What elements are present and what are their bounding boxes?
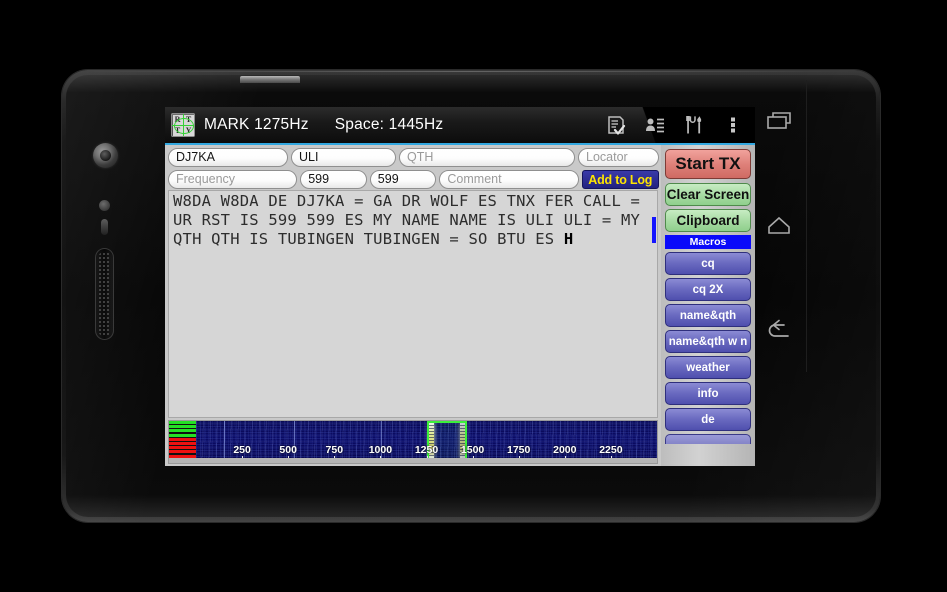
front-camera [93,143,118,168]
control-panel: Start TX Clear Screen Clipboard Macros c… [661,145,755,466]
rtty-app-icon: R T T Y [171,113,195,137]
axis-tick-label: 2000 [553,444,577,456]
meter-segment-red [169,437,196,441]
macro-button-info[interactable]: info [665,382,751,405]
axis-tick-label: 1500 [460,444,485,456]
macro-button-cq[interactable]: cq [665,252,751,275]
axis-tick-label: 750 [325,444,344,456]
axis-tick-label: 500 [279,444,297,456]
recent-apps-icon [767,112,791,129]
meter-segment-red [169,446,196,450]
rst-received-field[interactable]: 599 [369,170,437,189]
macros-section-header: Macros [665,235,751,249]
action-bar-icons [605,114,755,136]
app-icon-ellipse [174,118,194,134]
axis-tick-label: 1750 [507,444,531,456]
axis-tick-label: 2250 [599,444,623,456]
name-field[interactable]: ULI [291,148,396,167]
meter-segment-red [169,441,196,445]
macro-button-name-qth[interactable]: name&qth [665,304,751,327]
axis-tick-label: 250 [233,444,251,456]
rst-sent-field-text: 599 [308,172,330,186]
meter-segment-green [169,429,196,433]
qso-fields-row-1: DJ7KA ULI QTH Locator [165,145,661,167]
power-button[interactable] [240,76,300,83]
macro-button-weather[interactable]: weather [665,356,751,379]
meter-segment-green [169,433,196,437]
macro-button-cq-2x[interactable]: cq 2X [665,278,751,301]
back-button[interactable] [752,304,806,358]
locator-field-text: Locator [586,150,628,164]
frequency-field-text: Frequency [176,172,236,186]
frequency-field[interactable]: Frequency [168,170,298,189]
recent-apps-button[interactable] [752,94,806,148]
mark-frequency-title: MARK 1275Hz [204,116,309,133]
name-field-text: ULI [299,150,319,164]
screenshot-stage: R T T Y MARK 1275Hz Space: 1445Hz DJ7KA … [0,0,947,592]
overflow-menu-icon[interactable] [722,114,744,136]
back-arrow-icon [768,319,789,337]
main-panel: DJ7KA ULI QTH Locator Frequency 599 599 Commen… [165,145,661,466]
tools-icon[interactable] [683,114,705,136]
rst-sent-field[interactable]: 599 [300,170,367,189]
receive-scrollbar[interactable] [652,217,656,243]
callsign-field-text: DJ7KA [176,150,215,164]
rx-line-2: UR RST IS 599 599 ES MY NAME NAME IS ULI… [173,211,641,229]
meter-segment-green [169,425,196,429]
start-tx-button[interactable]: Start TX [665,149,751,179]
clipboard-button[interactable]: Clipboard [665,209,751,232]
action-bar: R T T Y MARK 1275Hz Space: 1445Hz [165,107,755,143]
speaker-mesh [98,252,111,336]
meter-segment-green [169,421,196,424]
macro-button-partial[interactable] [665,434,751,444]
earpiece-speaker [95,248,114,340]
comment-field[interactable]: Comment [439,170,579,189]
contact-card-icon[interactable] [644,114,666,136]
rx-line-3: QTH QTH IS TUBINGEN TUBINGEN = SO BTU ES [173,230,564,248]
home-button[interactable] [752,199,806,253]
rst-received-field-text: 599 [377,172,399,186]
receive-text-area[interactable]: W8DA W8DA DE DJ7KA = GA DR WOLF ES TNX F… [168,190,658,418]
macro-button-name-qth-w-n[interactable]: name&qth w n [665,330,751,353]
log-checklist-icon[interactable] [605,114,627,136]
navbar-divider [806,80,807,372]
home-icon [768,216,790,234]
light-sensor [101,219,108,235]
qth-field-text: QTH [407,150,434,164]
app-body: DJ7KA ULI QTH Locator Frequency 599 599 Commen… [165,145,755,466]
waterfall-display[interactable]: 250 500 750 1000 1250 1500 1750 2000 2250 [168,420,658,464]
callsign-field[interactable]: DJ7KA [168,148,288,167]
clear-screen-button[interactable]: Clear Screen [665,183,751,206]
axis-tick-label: 1000 [368,444,393,456]
meter-segment-red [169,450,196,454]
qth-field[interactable]: QTH [399,148,575,167]
phone-top-highlight [80,71,862,72]
locator-field[interactable]: Locator [578,148,659,167]
app-icon-crosshair-horizontal [172,124,194,126]
android-navigation-bar [752,80,807,372]
macro-button-de[interactable]: de [665,408,751,431]
proximity-sensor [99,200,110,211]
add-to-log-button[interactable]: Add to Log [581,170,659,189]
comment-field-text: Comment [447,172,502,186]
receive-text-content: W8DA W8DA DE DJ7KA = GA DR WOLF ES TNX F… [169,191,657,249]
rx-line-1: W8DA W8DA DE DJ7KA = GA DR WOLF ES TNX F… [173,192,641,210]
space-frequency-title: Space: 1445Hz [334,116,444,133]
rx-cursor-char: H [563,230,574,248]
app-screen: R T T Y MARK 1275Hz Space: 1445Hz DJ7KA … [165,107,755,466]
axis-tick-label: 1250 [414,444,439,456]
signal-level-meter [169,421,196,463]
qso-fields-row-2: Frequency 599 599 Comment Add to Log [165,167,661,189]
axis-baseline [169,458,657,463]
